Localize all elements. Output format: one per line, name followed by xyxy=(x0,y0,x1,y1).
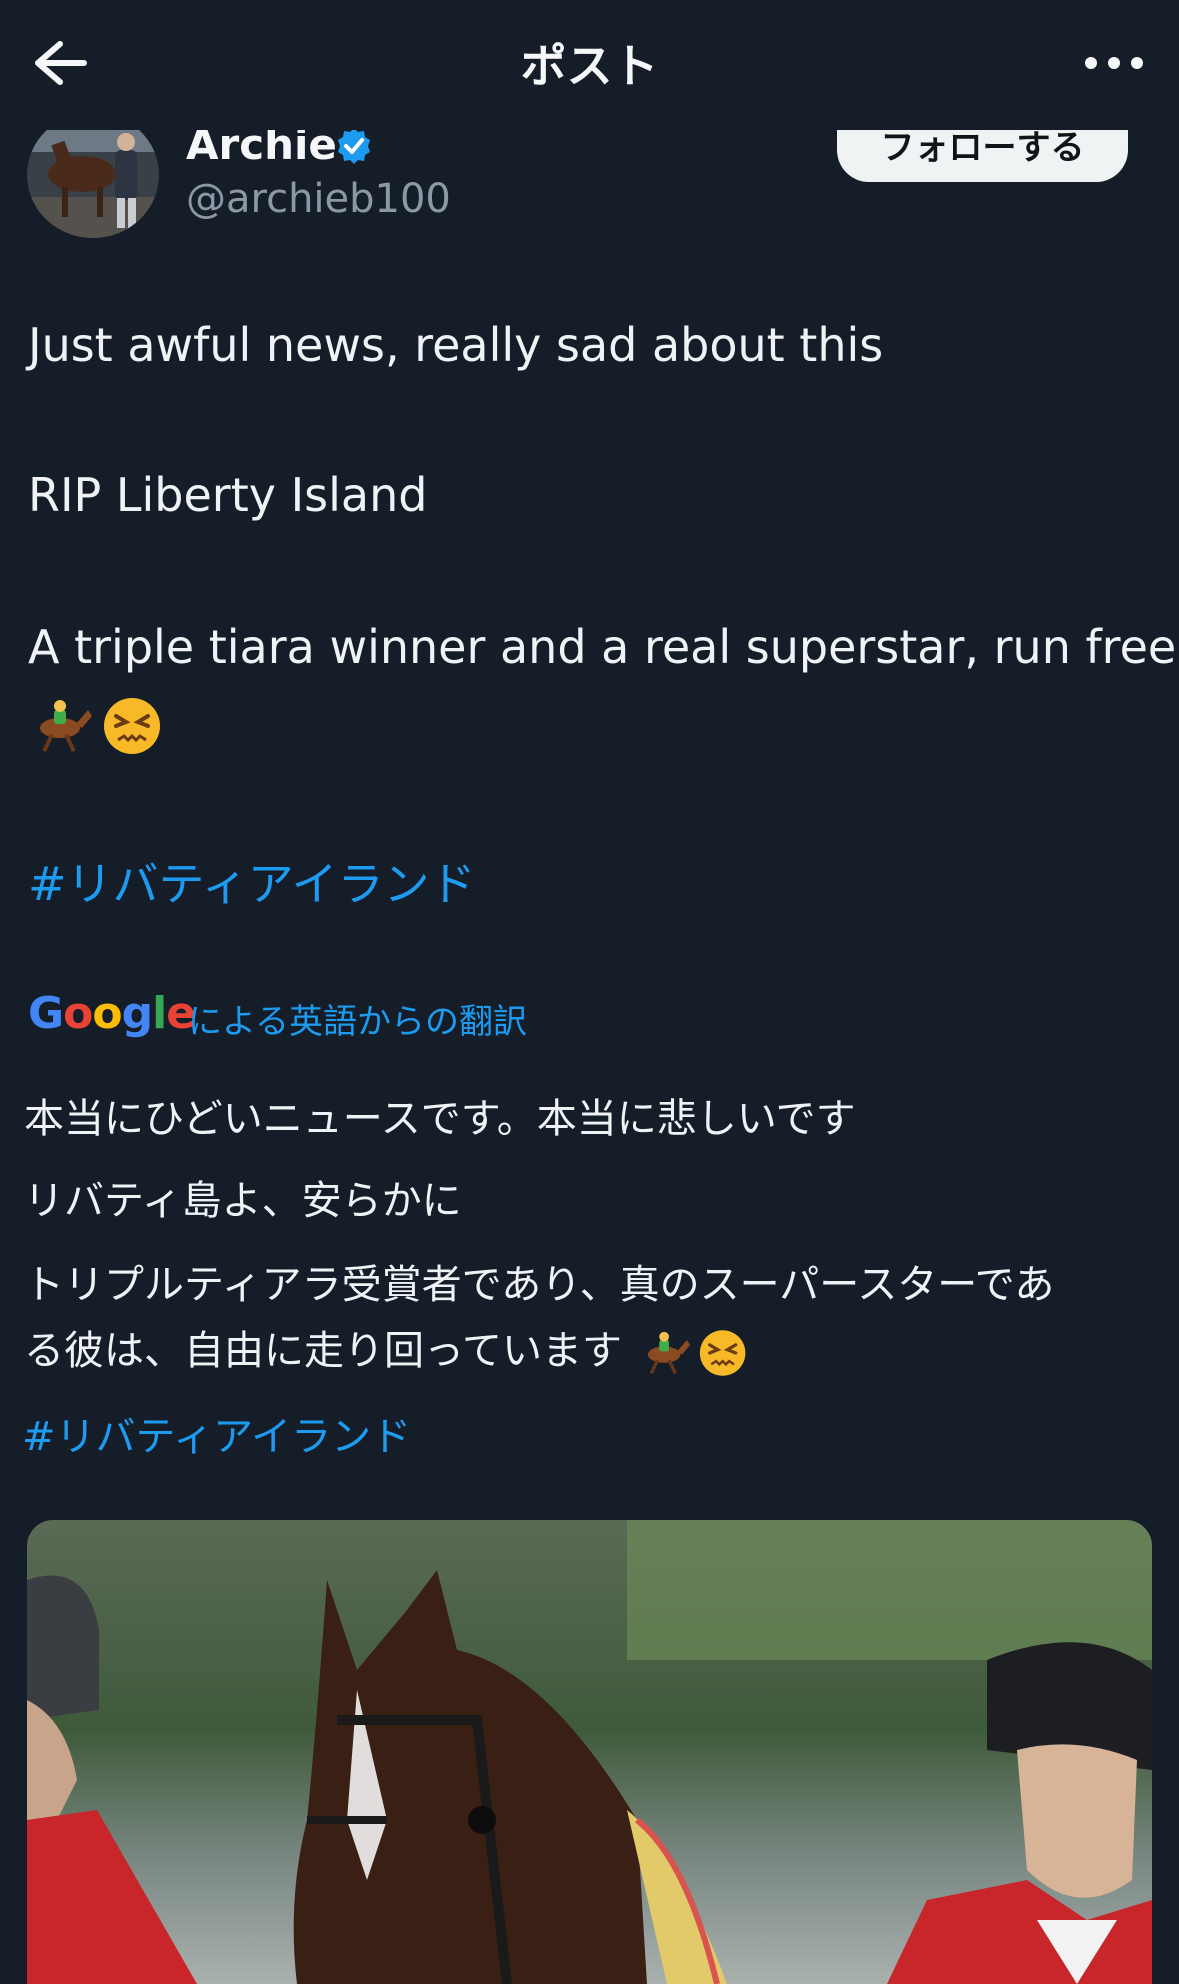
translated-text-line: トリプルティアラ受賞者であり、真のスーパースターであ xyxy=(24,1262,1055,1308)
top-bar: ポスト xyxy=(0,0,1179,130)
post-emojis xyxy=(28,694,168,758)
page-title: ポスト xyxy=(520,39,659,93)
translation-source-label[interactable]: による英語からの翻訳 xyxy=(188,994,527,1043)
translated-hashtag-link[interactable]: #リバティアイランド xyxy=(22,1404,411,1462)
google-logo-letter: o xyxy=(92,988,122,1039)
more-options-icon[interactable] xyxy=(1079,40,1149,86)
horse-racing-emoji-icon xyxy=(647,1330,746,1376)
hashtag-link[interactable]: #リバティアイランド xyxy=(28,848,475,914)
post-text-line: A triple tiara winner and a real superst… xyxy=(28,620,1177,674)
translated-text-line: リバティ島よ、安らかに xyxy=(24,1178,462,1224)
verified-badge-icon xyxy=(334,126,374,166)
post-image[interactable] xyxy=(27,1520,1152,1984)
google-logo-letter: g xyxy=(121,988,153,1039)
post-text-line: RIP Liberty Island xyxy=(28,468,428,522)
translated-text-segment: る彼は、自由に走り回っています xyxy=(24,1328,622,1374)
author-handle[interactable]: @archieb100 xyxy=(186,176,451,222)
google-logo-letter: o xyxy=(63,988,93,1039)
google-logo: Google xyxy=(28,988,196,1039)
horse-racing-emoji-icon xyxy=(40,698,160,754)
post-text-line: Just awful news, really sad about this xyxy=(28,318,884,372)
translated-text-line: 本当にひどいニュースです。本当に悲しいです xyxy=(24,1096,856,1142)
google-logo-letter: G xyxy=(28,988,64,1039)
google-logo-letter: l xyxy=(152,988,167,1039)
translated-text-line: る彼は、自由に走り回っています xyxy=(24,1318,755,1379)
avatar[interactable] xyxy=(27,112,159,238)
